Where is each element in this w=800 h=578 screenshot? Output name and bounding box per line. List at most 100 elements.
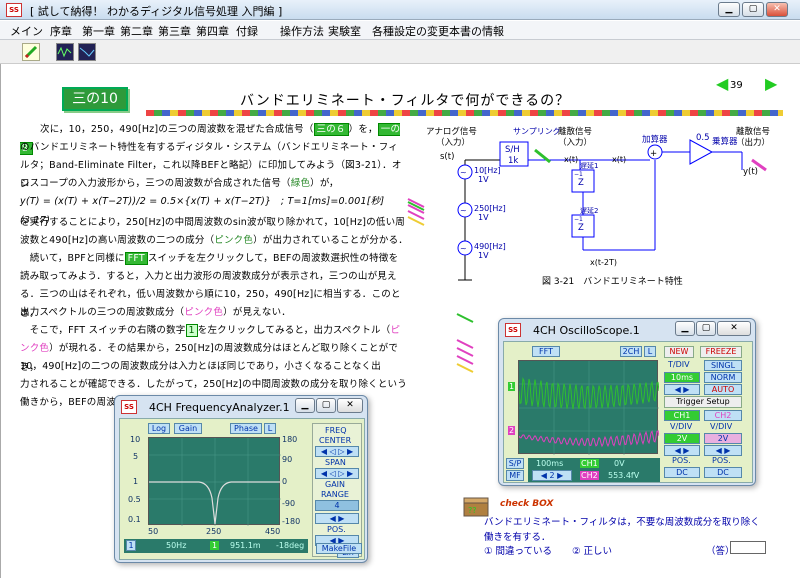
- svg-text:10[Hz]: 10[Hz]: [474, 166, 501, 175]
- osc-trigger-setup-button[interactable]: Trigger Setup: [664, 396, 742, 408]
- fa-makefile-button[interactable]: MakeFile: [316, 543, 362, 554]
- oscilloscope-tool-icon[interactable]: [56, 43, 74, 61]
- close-button[interactable]: ✕: [766, 2, 788, 17]
- fa-range-buttons[interactable]: ◀ ▶: [315, 513, 359, 524]
- svg-text:y(t): y(t): [743, 167, 758, 177]
- diagram-label: アナログ信号: [426, 126, 477, 137]
- menu-appendix[interactable]: 付録: [236, 23, 258, 39]
- menu-chapter4[interactable]: 第四章: [196, 23, 229, 39]
- menu-chapter3[interactable]: 第三章: [158, 23, 191, 39]
- window-title: [ 試して納得！ わかるディジタル信号処理 入門編 ]: [30, 5, 283, 18]
- menu-operation[interactable]: 操作方法: [280, 23, 324, 39]
- osc-ch2-button[interactable]: CH2: [704, 410, 742, 421]
- toolbar: [0, 40, 800, 64]
- fa-minimize-button[interactable]: ▁: [295, 398, 315, 413]
- frequency-analyzer-window[interactable]: SS 4CH FrequencyAnalyzer.1 ▁ ▢ ✕ Log Gai…: [114, 395, 368, 563]
- svg-text:1V: 1V: [478, 251, 489, 260]
- text-line: を実行することにより，250[Hz]の中間周波数のsin波が取り除かれて，10[…: [20, 217, 406, 228]
- svg-text:Z: Z: [578, 223, 584, 233]
- osc-fft-button[interactable]: FFT: [532, 346, 560, 357]
- osc-tdiv-buttons[interactable]: ◀ ▶: [664, 384, 700, 395]
- text-line: 出力スペクトルの三つの周波数成分（ピンク色）が見えない．: [20, 307, 291, 318]
- minimize-button[interactable]: ▁: [718, 2, 740, 17]
- osc-norm-button[interactable]: NORM: [704, 372, 742, 383]
- osc-mf-button[interactable]: MF: [506, 470, 524, 481]
- svg-text:??: ??: [468, 506, 477, 515]
- text-line: 力されることが確認できる．したがって，250[Hz]の中間周波数の成分を取り除く…: [20, 379, 407, 390]
- osc-ch2-vdiv: 2V: [704, 433, 742, 444]
- osc-freeze-button[interactable]: FREEZE: [700, 346, 742, 358]
- svg-text:~: ~: [460, 168, 467, 177]
- svg-text:−1: −1: [574, 216, 583, 223]
- link-section-3-6[interactable]: 三の６: [313, 123, 349, 136]
- fa-gain-button[interactable]: Gain: [174, 423, 202, 434]
- osc-display: [518, 360, 660, 455]
- fa-close-button[interactable]: ✕: [337, 398, 363, 413]
- menu-main[interactable]: メイン: [10, 23, 43, 39]
- menu-chapter1[interactable]: 第一章: [82, 23, 115, 39]
- osc-maximize-button[interactable]: ▢: [696, 321, 716, 336]
- fa-phase-button[interactable]: Phase: [230, 423, 262, 434]
- osc-sp-button[interactable]: S/P: [506, 458, 524, 469]
- fa-panel: Log Gain Phase L 10 5 1 0.5 0.1 180 90 0…: [119, 418, 365, 560]
- osc-single-button[interactable]: SINGL: [704, 360, 742, 371]
- osc-ch2-dc-button[interactable]: DC: [704, 467, 742, 478]
- osc-ch1-vdiv-buttons[interactable]: ◀ ▶: [664, 445, 700, 456]
- next-page-icon[interactable]: ▶: [765, 76, 783, 92]
- osc-close-button[interactable]: ✕: [717, 321, 751, 336]
- text-line: ロスコープの入力波形から，三つの周波数が合成された信号（緑色）が，: [20, 178, 339, 189]
- osc-time-buttons[interactable]: ◀ 2 ▶: [532, 470, 572, 481]
- osc-ch2-vdiv-buttons[interactable]: ◀ ▶: [704, 445, 742, 456]
- text-line: そこで，FFT スイッチの右隣の数字 1 を左クリックしてみると，出力スペクトル（ピ: [20, 324, 401, 337]
- menu-chapter2[interactable]: 第二章: [120, 23, 153, 39]
- svg-text:s(t): s(t): [440, 152, 454, 162]
- oscilloscope-window[interactable]: SS 4CH OscilloScope.1 ▁ ▢ ✕ FFT 2CH L 1 …: [498, 318, 756, 486]
- svg-text:離散信号: 離散信号: [736, 126, 770, 137]
- page-number: 39: [730, 80, 743, 91]
- svg-text:1V: 1V: [478, 213, 489, 222]
- fa-span-buttons[interactable]: ◀ ◁ ▷ ▶: [315, 468, 359, 479]
- menu-settings[interactable]: 各種設定の変更: [372, 23, 449, 39]
- osc-auto-button[interactable]: AUTO: [704, 384, 742, 395]
- number-link[interactable]: 1: [185, 324, 198, 337]
- menu-info[interactable]: 本書の情報: [449, 23, 504, 39]
- text-line: のバンドエリミネート特性を有するディジタル・システム（バンドエリミネート・フィ: [20, 142, 398, 153]
- probe-icons: [456, 313, 474, 373]
- check-option-2[interactable]: ② 正しい: [572, 543, 612, 557]
- menu-prologue[interactable]: 序章: [50, 23, 72, 39]
- fa-window-title: 4CH FrequencyAnalyzer.1: [149, 401, 290, 414]
- svg-text:x(t-2T): x(t-2T): [590, 258, 617, 267]
- svg-text:離散信号: 離散信号: [558, 126, 592, 137]
- app-icon: SS: [6, 3, 22, 17]
- osc-tdiv-value: 10ms: [664, 372, 700, 383]
- check-option-1[interactable]: ① 間違っている: [484, 543, 552, 557]
- fa-center-buttons[interactable]: ◀ ◁ ▷ ▶: [315, 446, 359, 457]
- fa-maximize-button[interactable]: ▢: [316, 398, 336, 413]
- fft-link[interactable]: FFT: [124, 252, 148, 265]
- fa-range-value[interactable]: 4: [315, 500, 359, 511]
- svg-text:1V: 1V: [478, 175, 489, 184]
- svg-text:490[Hz]: 490[Hz]: [474, 242, 506, 251]
- svg-text:1k: 1k: [508, 156, 518, 166]
- menu-lab[interactable]: 実験室: [328, 23, 361, 39]
- answer-input[interactable]: [730, 541, 766, 554]
- text-line: 読み取ってみよう．すると，入力と出力波形の周波数成分が表示され，三つの山が見え: [20, 271, 397, 282]
- svg-text:遅延2: 遅延2: [580, 206, 598, 215]
- svg-text:250[Hz]: 250[Hz]: [474, 204, 506, 213]
- analyzer-tool-icon[interactable]: [78, 43, 96, 61]
- maximize-button[interactable]: ▢: [742, 2, 764, 17]
- fa-l-button[interactable]: L: [264, 423, 276, 434]
- osc-new-button[interactable]: NEW: [664, 346, 694, 358]
- section-badge: 三の10: [62, 87, 128, 111]
- osc-minimize-button[interactable]: ▁: [675, 321, 695, 336]
- svg-text:+: +: [650, 149, 657, 159]
- svg-text:加算器: 加算器: [642, 134, 668, 145]
- svg-text:（入力）: （入力）: [436, 137, 470, 148]
- fa-log-button[interactable]: Log: [148, 423, 170, 434]
- osc-l-button[interactable]: L: [644, 346, 656, 357]
- osc-2ch-button[interactable]: 2CH: [620, 346, 642, 357]
- osc-ch1-dc-button[interactable]: DC: [664, 467, 700, 478]
- osc-ch2-marker: 2: [508, 426, 516, 435]
- pen-tool-icon[interactable]: [22, 43, 40, 61]
- osc-ch1-button[interactable]: CH1: [664, 410, 700, 421]
